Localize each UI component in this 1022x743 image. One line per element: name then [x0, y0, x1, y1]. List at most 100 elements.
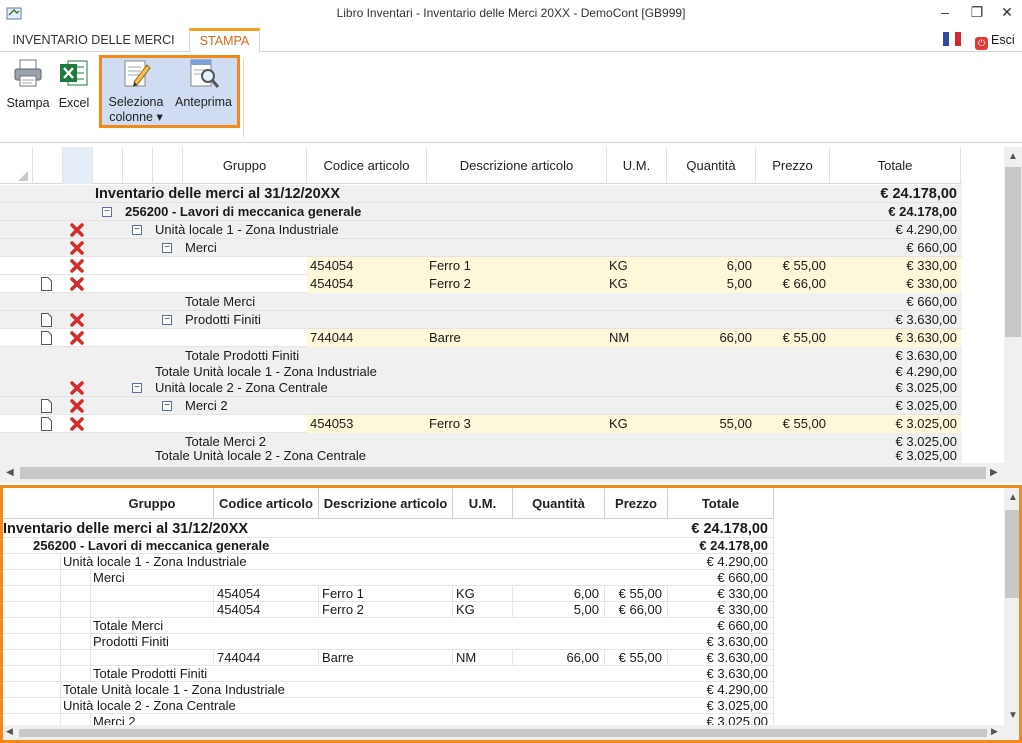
print-preview: Gruppo Codice articolo Descrizione artic…: [0, 485, 1022, 743]
collapse-icon[interactable]: −: [162, 315, 172, 325]
document-icon[interactable]: [41, 331, 52, 345]
delete-icon[interactable]: [69, 222, 85, 238]
delete-icon[interactable]: [69, 240, 85, 256]
preview-scroll-left-icon[interactable]: ◀: [6, 726, 13, 737]
scroll-right-icon[interactable]: ▶: [990, 467, 998, 478]
row-totale: € 3.025,00: [895, 380, 957, 395]
preview-totale: € 660,00: [668, 618, 774, 634]
table-row[interactable]: Totale Merci € 660,00: [0, 293, 962, 311]
seleziona-colonne-button[interactable]: Seleziona colonne ▾: [103, 58, 169, 124]
scroll-up-icon[interactable]: ▲: [1008, 151, 1018, 162]
table-row[interactable]: 744044 Barre NM 66,00 € 55,00 € 3.630,00: [0, 329, 962, 347]
table-row[interactable]: Inventario delle merci al 31/12/20XX € 2…: [0, 185, 962, 203]
row-label: Totale Unità locale 2 - Zona Centrale: [155, 448, 367, 463]
row-totale: € 3.025,00: [895, 416, 957, 431]
preview-label: Totale Unità locale 1 - Zona Industriale: [63, 682, 285, 697]
preview-indent: [31, 650, 61, 666]
delete-icon[interactable]: [69, 312, 85, 328]
close-button[interactable]: ✕: [992, 2, 1022, 24]
preview-scroll-right-icon[interactable]: ▶: [991, 726, 998, 737]
minimize-button[interactable]: –: [930, 2, 960, 24]
header-um[interactable]: U.M.: [607, 147, 667, 184]
header-col-doc[interactable]: [33, 147, 63, 184]
row-totale: € 660,00: [906, 240, 957, 255]
row-totale: € 3.630,00: [895, 312, 957, 327]
preview-label: Unità locale 1 - Zona Industriale: [63, 554, 247, 569]
collapse-icon[interactable]: −: [162, 401, 172, 411]
anteprima-button[interactable]: Anteprima: [170, 58, 237, 109]
esci-label: Esci: [991, 33, 1015, 47]
preview-totale: € 3.025,00: [668, 698, 774, 714]
preview-scroll-up-icon[interactable]: ▲: [1008, 492, 1018, 503]
tab-stampa[interactable]: STAMPA: [189, 28, 260, 53]
delete-icon[interactable]: [69, 380, 85, 396]
header-gruppo[interactable]: Gruppo: [183, 147, 307, 184]
row-quantita: 6,00: [726, 258, 752, 273]
collapse-icon[interactable]: −: [132, 383, 142, 393]
document-icon[interactable]: [41, 417, 52, 431]
table-row[interactable]: Totale Unità locale 2 - Zona Centrale € …: [0, 447, 962, 463]
collapse-icon[interactable]: −: [162, 243, 172, 253]
header-col-level3[interactable]: [153, 147, 183, 184]
preview-horizontal-scroll-thumb[interactable]: [19, 729, 987, 737]
preview-indent: [31, 618, 61, 634]
horizontal-scroll-thumb[interactable]: [20, 467, 986, 479]
preview-scroll-down-icon[interactable]: ▼: [1008, 710, 1018, 721]
preview-vertical-scroll-thumb[interactable]: [1005, 510, 1019, 598]
table-row[interactable]: 454053 Ferro 3 KG 55,00 € 55,00 € 3.025,…: [0, 415, 962, 433]
header-col-level2[interactable]: [123, 147, 153, 184]
table-row[interactable]: − Merci 2 € 3.025,00: [0, 397, 962, 415]
delete-icon[interactable]: [69, 398, 85, 414]
header-quantita[interactable]: Quantità: [667, 147, 756, 184]
header-descrizione[interactable]: Descrizione articolo: [427, 147, 607, 184]
table-row[interactable]: 454054 Ferro 2 KG 5,00 € 66,00 € 330,00: [0, 275, 962, 293]
row-um: NM: [609, 330, 630, 345]
document-icon[interactable]: [41, 399, 52, 413]
scroll-left-icon[interactable]: ◀: [6, 467, 14, 478]
vertical-scroll-thumb[interactable]: [1005, 167, 1021, 337]
preview-quantita: 66,00: [513, 650, 605, 666]
document-icon[interactable]: [41, 277, 52, 291]
collapse-icon[interactable]: −: [132, 225, 142, 235]
document-icon[interactable]: [41, 313, 52, 327]
stampa-button[interactable]: Stampa: [3, 57, 53, 110]
table-row[interactable]: − Unità locale 2 - Zona Centrale € 3.025…: [0, 379, 962, 397]
delete-icon[interactable]: [69, 330, 85, 346]
table-row[interactable]: − 256200 - Lavori di meccanica generale …: [0, 203, 962, 221]
ribbon-separator: [243, 59, 244, 137]
restore-button[interactable]: ❐: [962, 2, 992, 24]
preview-indent: [61, 634, 91, 650]
preview-totale: € 24.178,00: [668, 538, 774, 554]
preview-row: 744044 Barre NM 66,00 € 55,00 € 3.630,00: [3, 650, 774, 666]
header-prezzo[interactable]: Prezzo: [756, 147, 830, 184]
preview-prezzo: € 55,00: [605, 586, 668, 602]
delete-icon[interactable]: [69, 416, 85, 432]
row-descrizione: Ferro 2: [429, 276, 471, 291]
header-col-delete[interactable]: [63, 147, 93, 184]
preview-row: Totale Prodotti Finiti € 3.630,00: [3, 666, 774, 682]
delete-icon[interactable]: [69, 276, 85, 292]
excel-button[interactable]: Excel: [56, 57, 92, 110]
delete-icon[interactable]: [69, 258, 85, 274]
table-row[interactable]: − Merci € 660,00: [0, 239, 962, 257]
header-col-level1[interactable]: [93, 147, 123, 184]
preview-descrizione: Barre: [319, 650, 453, 666]
preview-totale: € 4.290,00: [668, 682, 774, 698]
row-label: Unità locale 1 - Zona Industriale: [155, 222, 339, 237]
table-row[interactable]: 454054 Ferro 1 KG 6,00 € 55,00 € 330,00: [0, 257, 962, 275]
table-row[interactable]: − Unità locale 1 - Zona Industriale € 4.…: [0, 221, 962, 239]
row-codice: 454054: [310, 258, 354, 273]
preview-row: 454054 Ferro 2 KG 5,00 € 66,00 € 330,00: [3, 602, 774, 618]
flag-icon[interactable]: [943, 32, 961, 46]
preview-codice: 454054: [214, 602, 319, 618]
header-codice[interactable]: Codice articolo: [307, 147, 427, 184]
title-bar: Libro Inventari - Inventario delle Merci…: [0, 0, 1022, 28]
preview-indent: [31, 634, 61, 650]
header-totale[interactable]: Totale: [830, 147, 961, 184]
collapse-icon[interactable]: −: [102, 207, 112, 217]
tab-inventario[interactable]: INVENTARIO DELLE MERCI: [0, 28, 187, 52]
preview-row: Inventario delle merci al 31/12/20XX € 2…: [3, 520, 774, 538]
preview-page: Gruppo Codice articolo Descrizione artic…: [3, 488, 775, 740]
table-row[interactable]: − Prodotti Finiti € 3.630,00: [0, 311, 962, 329]
esci-button[interactable]: ⏻ Esci: [975, 30, 1015, 50]
